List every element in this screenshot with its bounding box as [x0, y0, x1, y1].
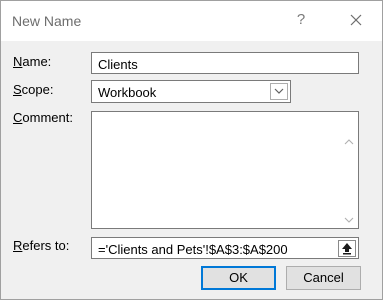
new-name-dialog: New Name ? Name: Clients Scope: Workbook: [0, 0, 383, 300]
comment-label-text: mment:: [29, 110, 73, 125]
chevron-down-icon: [271, 87, 287, 102]
scope-label: Scope:: [13, 82, 53, 97]
close-button[interactable]: [344, 9, 368, 31]
refers-to-input[interactable]: ='Clients and Pets'!$A$3:$A$200: [91, 237, 359, 259]
comment-label-o: o: [22, 110, 30, 125]
name-label-accesskey: N: [13, 54, 23, 69]
dialog-title: New Name: [12, 13, 82, 29]
close-icon: [344, 9, 368, 31]
scope-label-accesskey: S: [13, 82, 22, 97]
scope-select[interactable]: Workbook: [91, 80, 291, 103]
name-label: Name:: [13, 54, 51, 69]
comment-textarea[interactable]: [91, 111, 359, 229]
ok-button[interactable]: OK: [201, 266, 276, 290]
name-label-text: ame:: [22, 54, 52, 69]
chevron-up-icon: [344, 134, 354, 149]
comment-scroll-up[interactable]: [344, 134, 354, 145]
scope-label-text: cope:: [21, 82, 54, 97]
comment-scroll-down[interactable]: [344, 212, 354, 223]
refers-to-label-accesskey: R: [13, 238, 23, 253]
name-input[interactable]: Clients: [91, 52, 359, 74]
name-value: Clients: [98, 57, 138, 72]
chevron-down-icon: [344, 212, 354, 227]
scope-value: Workbook: [98, 85, 157, 100]
refers-to-label: Refers to:: [13, 238, 69, 253]
help-button[interactable]: ?: [291, 10, 311, 30]
collapse-dialog-icon: [339, 243, 355, 259]
comment-label-accesskey: C: [13, 110, 23, 125]
comment-label: Comment:: [13, 110, 73, 125]
cancel-button[interactable]: Cancel: [286, 266, 361, 290]
refers-to-label-text: efers to:: [22, 238, 70, 253]
collapse-dialog-button[interactable]: [338, 240, 356, 257]
title-bar: New Name ?: [1, 1, 382, 41]
refers-to-value: ='Clients and Pets'!$A$3:$A$200: [98, 242, 288, 257]
scope-dropdown-button[interactable]: [270, 83, 288, 100]
